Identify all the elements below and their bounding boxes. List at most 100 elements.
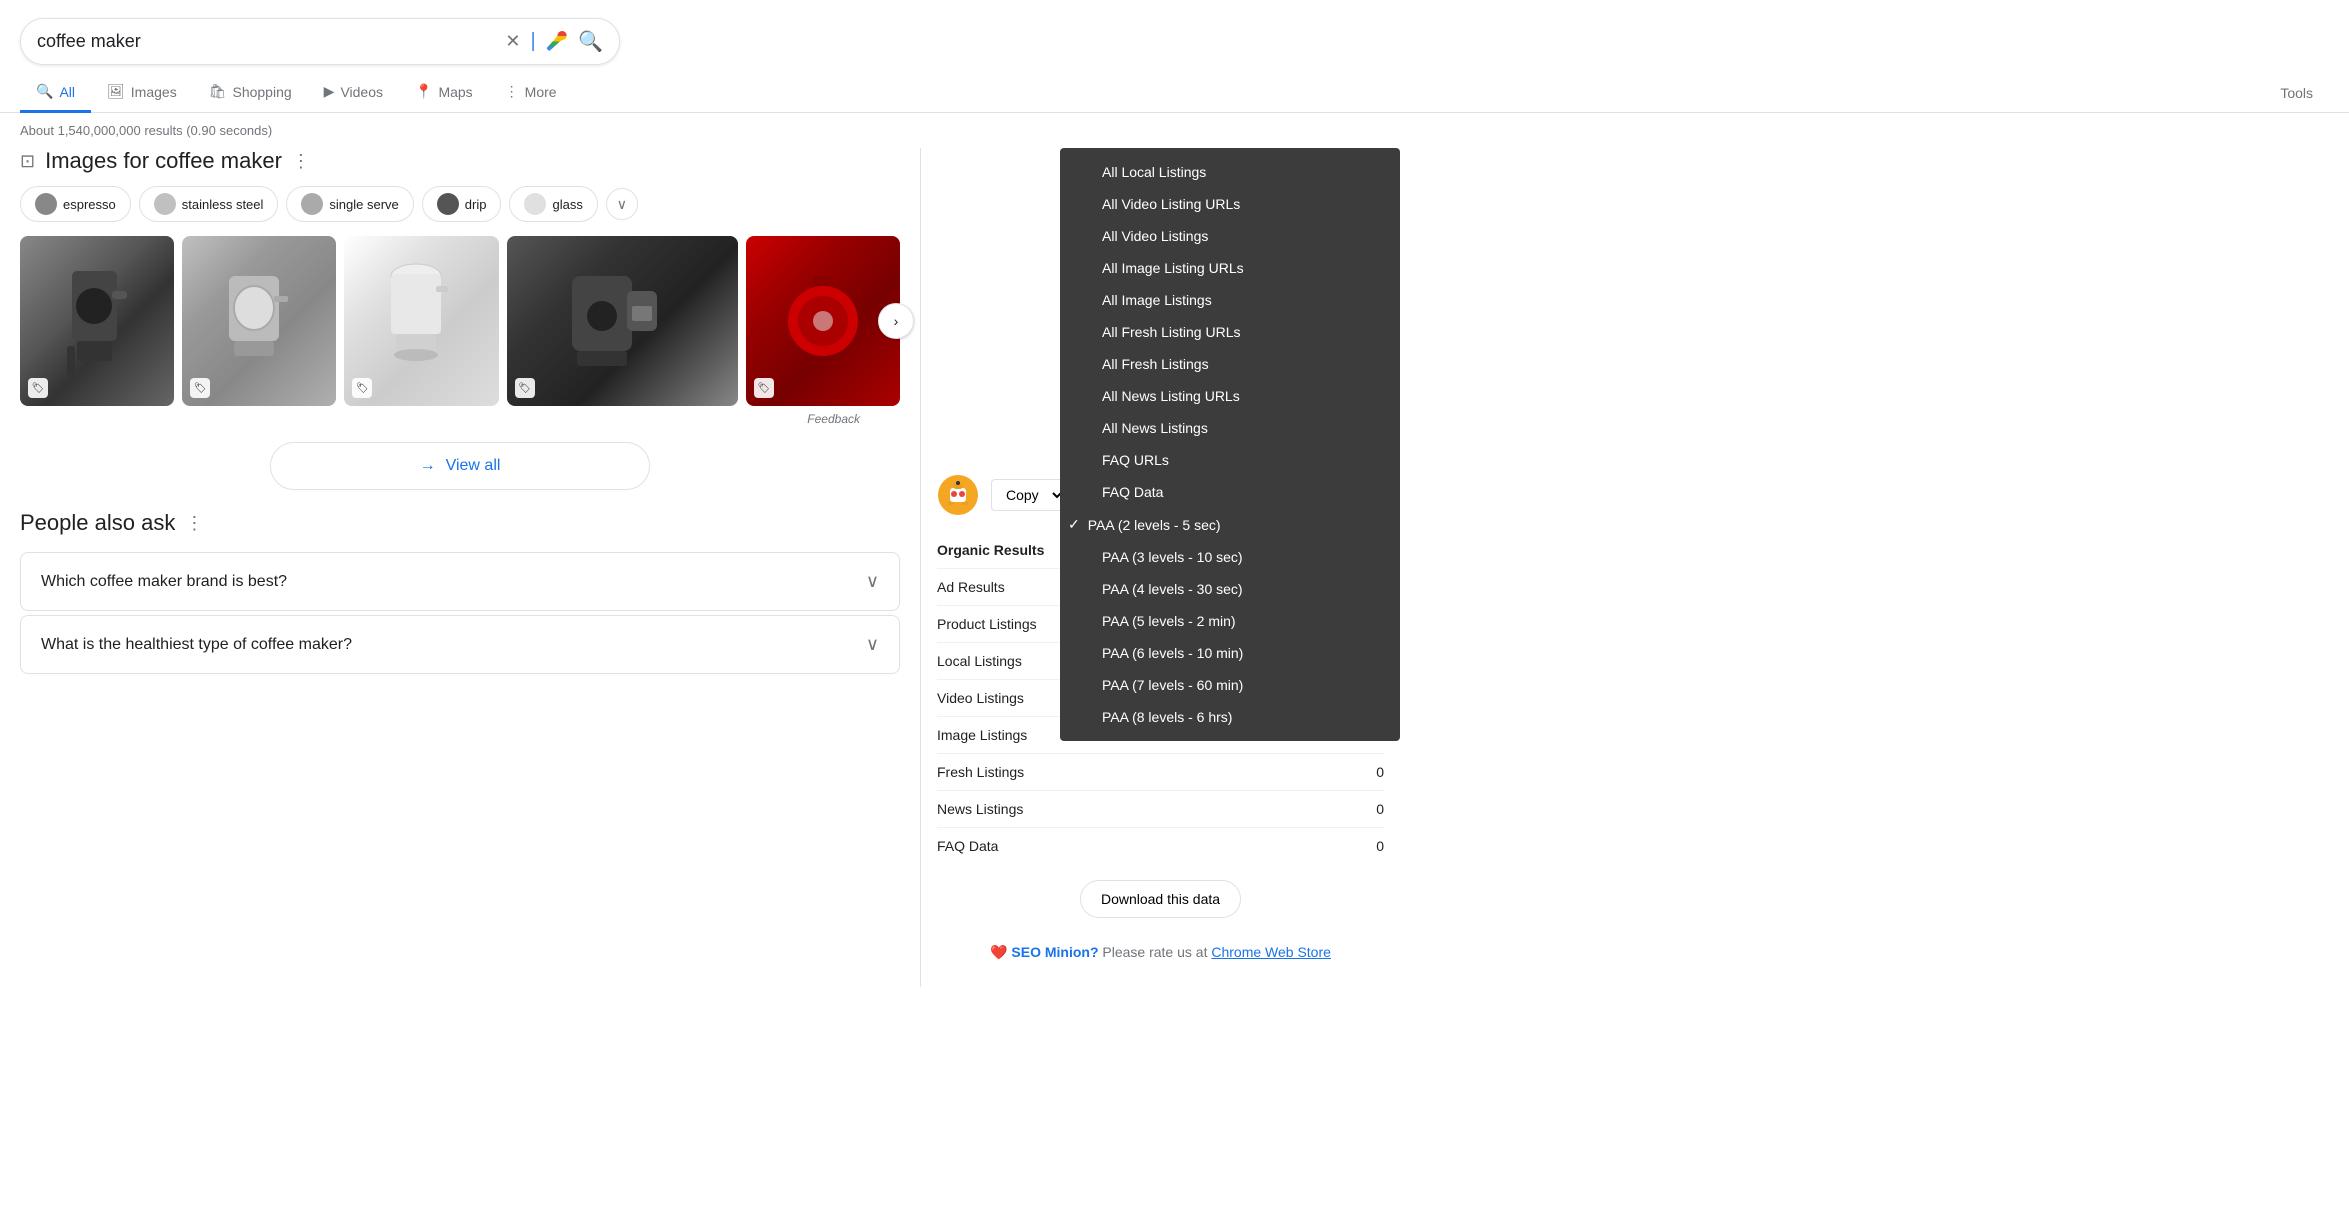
filter-chips: espresso stainless steel single serve dr… (20, 186, 900, 222)
paa-header: People also ask ⋮ (20, 510, 900, 536)
tab-videos-label: Videos (340, 84, 383, 100)
organic-results-label: Organic Results (937, 542, 1044, 558)
dropdown-item-faq-data[interactable]: FAQ Data (1060, 476, 1400, 508)
dropdown-label-all-local: All Local Listings (1102, 164, 1206, 180)
dropdown-item-all-news[interactable]: All News Listings (1060, 412, 1400, 444)
image-tag-4: 🏷 (515, 378, 535, 398)
dropdown-item-paa-6[interactable]: PAA (6 levels - 10 min) (1060, 637, 1400, 669)
dropdown-label-faq-data: FAQ Data (1102, 484, 1163, 500)
dropdown-label-all-news: All News Listings (1102, 420, 1208, 436)
image-card-3[interactable]: 🏷 (344, 236, 498, 406)
chip-glass-label: glass (552, 197, 582, 212)
more-dots-icon: ⋮ (505, 83, 519, 100)
image-card-5[interactable]: 🏷 (746, 236, 900, 406)
divider-icon: | (530, 30, 535, 53)
search-input[interactable] (37, 31, 505, 52)
paa-chevron-1: ∨ (866, 571, 879, 592)
coffee-image-4 (507, 236, 738, 406)
view-all-button[interactable]: → View all (270, 442, 650, 490)
tab-tools[interactable]: Tools (2264, 75, 2329, 111)
chip-single-serve[interactable]: single serve (286, 186, 413, 222)
dropdown-label-all-fresh-urls: All Fresh Listing URLs (1102, 324, 1241, 340)
fresh-listings-value: 0 (1376, 764, 1384, 780)
dropdown-item-all-fresh[interactable]: All Fresh Listings (1060, 348, 1400, 380)
dropdown-item-all-video-urls[interactable]: All Video Listing URLs (1060, 188, 1400, 220)
dropdown-item-all-local[interactable]: All Local Listings (1060, 156, 1400, 188)
download-button[interactable]: Download this data (1080, 880, 1241, 918)
metrics-row-fresh: Fresh Listings 0 (937, 754, 1384, 791)
chips-expand-btn[interactable]: ∨ (606, 188, 638, 220)
chrome-store-link[interactable]: Chrome Web Store (1211, 944, 1331, 960)
results-count: About 1,540,000,000 results (0.90 second… (0, 113, 2349, 148)
rating-section: ❤️ SEO Minion? Please rate us at Chrome … (937, 934, 1384, 971)
dropdown-item-all-image-urls[interactable]: All Image Listing URLs (1060, 252, 1400, 284)
image-card-2[interactable]: 🏷 (182, 236, 336, 406)
dropdown-label-paa-7: PAA (7 levels - 60 min) (1102, 677, 1243, 693)
images-icon: 🖼 (107, 83, 125, 100)
image-card-1[interactable]: 🏷 (20, 236, 174, 406)
shopping-icon: 🛍 (209, 83, 227, 100)
dropdown-label-all-video-urls: All Video Listing URLs (1102, 196, 1240, 212)
dropdown-item-paa-4[interactable]: PAA (4 levels - 30 sec) (1060, 573, 1400, 605)
video-listings-label: Video Listings (937, 690, 1024, 706)
image-next-btn[interactable]: › (878, 303, 914, 339)
dropdown-label-all-fresh: All Fresh Listings (1102, 356, 1209, 372)
images-more-icon[interactable]: ⋮ (292, 151, 310, 172)
dropdown-label-all-video: All Video Listings (1102, 228, 1208, 244)
dropdown-item-faq-urls[interactable]: FAQ URLs (1060, 444, 1400, 476)
paa-question-1: Which coffee maker brand is best? (41, 573, 287, 591)
image-listings-label: Image Listings (937, 727, 1027, 743)
tab-shopping[interactable]: 🛍 Shopping (193, 73, 308, 113)
image-grid: 🏷 🏷 (20, 236, 900, 406)
dropdown-item-paa-5[interactable]: PAA (5 levels - 2 min) (1060, 605, 1400, 637)
seo-minion-robot-icon (937, 474, 979, 516)
paa-more-icon[interactable]: ⋮ (185, 513, 203, 534)
map-icon: 📍 (415, 83, 432, 100)
clear-icon[interactable]: ✕ (505, 31, 520, 52)
product-listings-label: Product Listings (937, 616, 1037, 632)
metrics-row-faq: FAQ Data 0 (937, 828, 1384, 864)
dropdown-label-paa-4: PAA (4 levels - 30 sec) (1102, 581, 1243, 597)
dropdown-item-all-image[interactable]: All Image Listings (1060, 284, 1400, 316)
chip-espresso[interactable]: espresso (20, 186, 131, 222)
dropdown-label-all-image: All Image Listings (1102, 292, 1212, 308)
dropdown-item-all-video[interactable]: All Video Listings (1060, 220, 1400, 252)
dropdown-item-paa-2[interactable]: ✓ PAA (2 levels - 5 sec) (1060, 508, 1400, 541)
news-listings-label: News Listings (937, 801, 1023, 817)
check-icon: ✓ (1068, 516, 1080, 533)
dropdown-label-faq-urls: FAQ URLs (1102, 452, 1169, 468)
dropdown-label-paa-6: PAA (6 levels - 10 min) (1102, 645, 1243, 661)
faq-data-label: FAQ Data (937, 838, 998, 854)
fresh-listings-label: Fresh Listings (937, 764, 1024, 780)
chip-drip-label: drip (465, 197, 487, 212)
nav-tabs: 🔍 All 🖼 Images 🛍 Shopping ▶ Videos 📍 Map… (0, 65, 2349, 113)
dropdown-item-paa-7[interactable]: PAA (7 levels - 60 min) (1060, 669, 1400, 701)
metrics-row-news: News Listings 0 (937, 791, 1384, 828)
chip-drip[interactable]: drip (422, 186, 502, 222)
all-icon: 🔍 (36, 83, 53, 100)
dropdown-item-all-fresh-urls[interactable]: All Fresh Listing URLs (1060, 316, 1400, 348)
image-card-4[interactable]: 🏷 (507, 236, 738, 406)
dropdown-menu: All Local Listings All Video Listing URL… (1060, 148, 1400, 741)
copy-select[interactable]: Copy (991, 479, 1066, 511)
chip-stainless-img (154, 193, 176, 215)
paa-item-1[interactable]: Which coffee maker brand is best? ∨ (20, 552, 900, 611)
chip-espresso-label: espresso (63, 197, 116, 212)
tab-videos[interactable]: ▶ Videos (308, 73, 399, 113)
chip-stainless-label: stainless steel (182, 197, 264, 212)
dropdown-item-paa-8[interactable]: PAA (8 levels - 6 hrs) (1060, 701, 1400, 733)
left-content: ⊡ Images for coffee maker ⋮ espresso sta… (0, 148, 920, 987)
dropdown-item-all-news-urls[interactable]: All News Listing URLs (1060, 380, 1400, 412)
chip-stainless[interactable]: stainless steel (139, 186, 279, 222)
dropdown-item-paa-3[interactable]: PAA (3 levels - 10 sec) (1060, 541, 1400, 573)
mic-icon[interactable]: 🎤 (546, 31, 568, 52)
tab-all[interactable]: 🔍 All (20, 73, 91, 113)
search-icon[interactable]: 🔍 (578, 29, 603, 54)
paa-item-2[interactable]: What is the healthiest type of coffee ma… (20, 615, 900, 674)
chip-drip-img (437, 193, 459, 215)
images-header: ⊡ Images for coffee maker ⋮ (20, 148, 900, 174)
tab-maps[interactable]: 📍 Maps (399, 73, 489, 113)
tab-images[interactable]: 🖼 Images (91, 73, 193, 113)
chip-glass[interactable]: glass (509, 186, 597, 222)
tab-more[interactable]: ⋮ More (489, 73, 573, 113)
